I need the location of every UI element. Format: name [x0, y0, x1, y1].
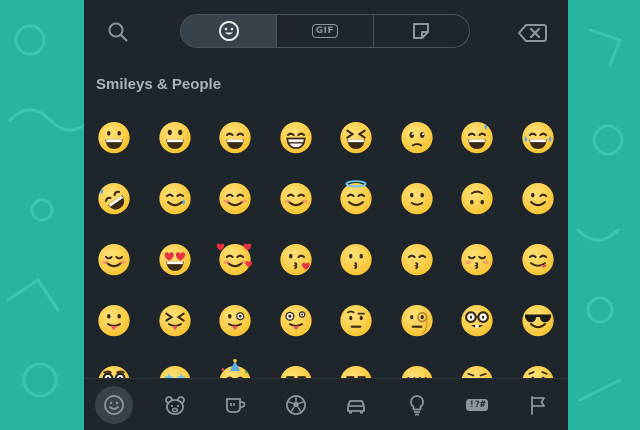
emoji-smiling-blush[interactable] [266, 165, 327, 226]
emoji-grid [84, 104, 568, 409]
emoji-heart-eyes[interactable] [145, 226, 206, 287]
tab-emoji[interactable] [181, 15, 277, 47]
kissing-smiling-eyes-emoji-icon [401, 243, 433, 275]
nerd-emoji-icon [461, 304, 493, 336]
savoring-tongue-emoji-icon [522, 243, 554, 275]
tears-of-joy-emoji-icon [522, 121, 554, 153]
smiley-icon [104, 395, 125, 415]
gif-icon: GIF [311, 24, 339, 38]
smiling-with-tear-emoji-icon [159, 182, 191, 214]
category-food[interactable] [216, 386, 254, 424]
slightly-smiling-emoji-icon [401, 182, 433, 214]
holding-back-tears-emoji-icon [401, 121, 433, 153]
smiling-blush-emoji-icon [219, 182, 251, 214]
squinting-laugh-emoji-icon [340, 121, 372, 153]
smiling-hearts-emoji-icon [216, 243, 253, 275]
smiling-halo-emoji-icon [340, 179, 372, 214]
flag-icon [530, 396, 545, 415]
grinning-smiling-eyes-emoji-icon [219, 121, 251, 153]
category-bar: !?# [84, 378, 568, 430]
emoji-tongue-out[interactable] [84, 287, 145, 348]
emoji-rolling-on-floor-laughing[interactable] [84, 165, 145, 226]
kissing-emoji-icon [340, 243, 372, 275]
emoji-beaming[interactable] [266, 104, 327, 165]
emoji-grinning-smiling-eyes[interactable] [205, 104, 266, 165]
emoji-keyboard-panel: GIF Smileys & People !?# [84, 0, 568, 430]
beaming-emoji-icon [280, 121, 312, 153]
emoji-relieved[interactable] [84, 226, 145, 287]
emoji-slightly-smiling[interactable] [387, 165, 448, 226]
emoji-top-bar: GIF [84, 0, 568, 64]
car-icon [347, 400, 366, 414]
emoji-kissing-closed-eyes[interactable] [447, 226, 508, 287]
emoji-squinting-laugh[interactable] [326, 104, 387, 165]
emoji-monocle[interactable] [387, 287, 448, 348]
mode-switch: GIF [180, 14, 470, 48]
tongue-out-emoji-icon [98, 304, 130, 336]
winking-emoji-icon [522, 182, 554, 214]
squinting-tongue-emoji-icon [159, 304, 191, 336]
emoji-winking[interactable] [508, 165, 569, 226]
heart-eyes-emoji-icon [159, 243, 191, 275]
section-title: Smileys & People [96, 76, 222, 93]
emoji-smiling-hearts[interactable] [205, 226, 266, 287]
emoji-grinning[interactable] [84, 104, 145, 165]
sticker-icon [413, 23, 430, 39]
sunglasses-emoji-icon [522, 304, 554, 336]
relieved-emoji-icon [98, 243, 130, 275]
zany-emoji-icon [280, 304, 312, 336]
raised-eyebrow-emoji-icon [340, 304, 372, 336]
emoji-kissing-heart[interactable] [266, 226, 327, 287]
tab-gif[interactable]: GIF [276, 15, 372, 47]
emoji-grinning-sweat[interactable] [447, 104, 508, 165]
monocle-emoji-icon [401, 304, 433, 336]
emoji-sunglasses[interactable] [508, 287, 569, 348]
emoji-upside-down[interactable] [447, 165, 508, 226]
emoji-zany[interactable] [266, 287, 327, 348]
cup-icon [226, 398, 246, 413]
grinning-sweat-emoji-icon [461, 121, 493, 153]
upside-down-emoji-icon [461, 182, 493, 214]
bear-icon [164, 396, 185, 415]
emoji-tears-of-joy[interactable] [508, 104, 569, 165]
soccer-ball-icon [285, 395, 306, 415]
emoji-smiling-blush[interactable] [205, 165, 266, 226]
category-activity[interactable] [277, 386, 315, 424]
grinning-emoji-icon [98, 121, 130, 153]
emoji-raised-eyebrow[interactable] [326, 287, 387, 348]
winking-tongue-emoji-icon [219, 304, 251, 336]
emoji-kissing[interactable] [326, 226, 387, 287]
emoji-kissing-smiling-eyes[interactable] [387, 226, 448, 287]
lightbulb-icon [409, 395, 424, 416]
category-flags[interactable] [519, 386, 557, 424]
emoji-winking-tongue[interactable] [205, 287, 266, 348]
symbols-icon: !?# [466, 399, 489, 411]
emoji-savoring-tongue[interactable] [508, 226, 569, 287]
emoji-smiling-with-tear[interactable] [145, 165, 206, 226]
rolling-on-floor-laughing-emoji-icon [98, 182, 130, 214]
kissing-closed-eyes-emoji-icon [461, 243, 493, 275]
emoji-holding-back-tears[interactable] [387, 104, 448, 165]
emoji-smiling-halo[interactable] [326, 165, 387, 226]
search-icon [108, 22, 128, 42]
grinning-big-eyes-emoji-icon [159, 121, 191, 153]
category-symbols[interactable]: !?# [458, 386, 496, 424]
emoji-grinning-big-eyes[interactable] [145, 104, 206, 165]
smiling-blush-emoji-icon [280, 182, 312, 214]
emoji-squinting-tongue[interactable] [145, 287, 206, 348]
backspace-icon [518, 24, 547, 42]
category-travel[interactable] [337, 386, 375, 424]
backspace-button[interactable] [516, 20, 548, 46]
smiley-icon [218, 21, 239, 41]
tab-stickers[interactable] [372, 15, 469, 47]
search-button[interactable] [104, 18, 132, 46]
category-smileys[interactable] [95, 386, 134, 424]
emoji-nerd[interactable] [447, 287, 508, 348]
category-animals[interactable] [156, 386, 194, 424]
kissing-heart-emoji-icon [280, 243, 312, 275]
category-objects[interactable] [398, 386, 436, 424]
